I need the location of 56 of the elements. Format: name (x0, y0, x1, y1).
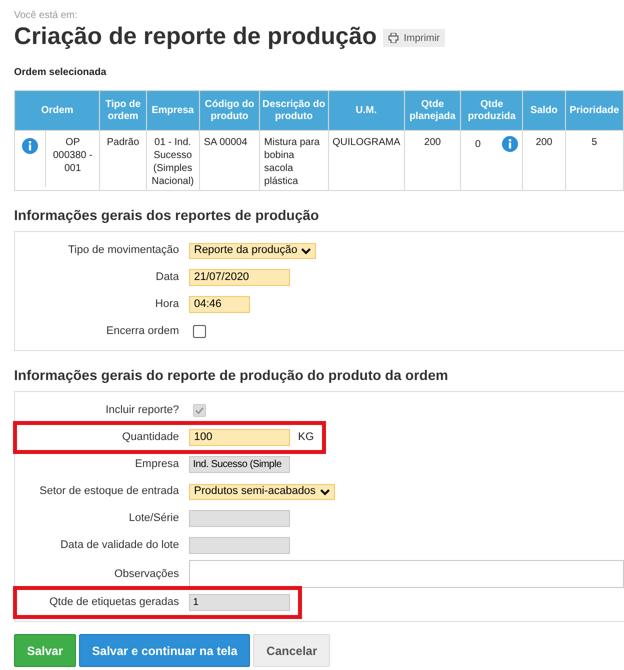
field-label: Encerra ordem (106, 324, 179, 340)
column-header: Empresa (146, 90, 200, 130)
field-label: Lote/Série (128, 511, 179, 526)
field-label: Incluir reporte? (106, 403, 179, 418)
column-header: Código do produto (199, 90, 260, 130)
chevron-down-icon (320, 488, 330, 496)
column-header: U.M. (328, 90, 404, 130)
dropdown-field[interactable]: Reporte da produção (189, 242, 316, 258)
table-cell: QUILOGRAMA (332, 137, 400, 148)
field-label: Qtde de etiquetas geradas (49, 595, 179, 610)
column-header: Prioridade (565, 90, 624, 130)
field-label: Quantidade (122, 430, 179, 446)
info-icon[interactable] (502, 136, 518, 152)
field-label: Setor de estoque de entrada (40, 484, 179, 500)
table-cell: 0 (475, 138, 481, 150)
column-header: Ordem (14, 90, 100, 130)
unit-label: KG (298, 430, 314, 446)
textarea-field[interactable] (189, 560, 624, 588)
table-cell: 5 (592, 137, 598, 148)
dropdown-field[interactable]: Produtos semi-acabados (189, 484, 335, 500)
input-field[interactable]: 04:46 (189, 296, 250, 313)
section-title: Informações gerais do reporte de produção do produto da ordem (14, 366, 450, 385)
column-header: Saldo (522, 90, 566, 130)
chevron-down-icon (301, 246, 312, 254)
readonly-field: Ind. Sucesso (Simple (189, 456, 290, 473)
breadcrumb: Você está em: (14, 9, 78, 23)
table-cell: Mistura para bobina sacola plástica (264, 137, 320, 187)
print-button[interactable]: Imprimir (382, 29, 445, 47)
table-cell: SA 00004 (204, 137, 248, 148)
field-label: Hora (155, 297, 179, 312)
printer-icon (388, 33, 399, 43)
column-header: Tipo de ordem (100, 90, 146, 130)
table-cell: Padrão (106, 137, 140, 148)
readonly-field: 1 (189, 594, 290, 611)
input-field[interactable]: 21/07/2020 (189, 269, 290, 286)
info-icon[interactable] (22, 138, 38, 154)
field-label: Data de validade do lote (60, 538, 179, 554)
column-header: Descrição do produto (260, 90, 328, 130)
field-label: Tipo de movimentação (68, 243, 179, 258)
field-label: Observações (114, 566, 179, 582)
checkbox[interactable] (193, 325, 206, 338)
column-header: Qtde produzida (460, 90, 523, 130)
input-field[interactable]: 100 (189, 429, 290, 446)
table-cell: OP 000380 - 001 (52, 137, 92, 174)
checkmark-icon (195, 406, 204, 415)
section-title: Informações gerais dos reportes de produção (14, 206, 320, 225)
save-continue-button[interactable]: Salvar e continuar na tela (79, 634, 250, 667)
page-title: Criação de reporte de produção (14, 25, 377, 49)
field-label: Data (156, 270, 179, 286)
section-label: Ordem selecionada (14, 66, 108, 80)
column-header: Qtde planejada (404, 90, 461, 130)
table-cell: 01 - Ind. Sucesso (Simples Nacional) (152, 137, 194, 187)
field-label: Empresa (134, 457, 179, 472)
table-cell: 200 (424, 137, 441, 148)
cancel-button[interactable]: Cancelar (253, 634, 330, 667)
table-cell: 200 (536, 137, 552, 148)
